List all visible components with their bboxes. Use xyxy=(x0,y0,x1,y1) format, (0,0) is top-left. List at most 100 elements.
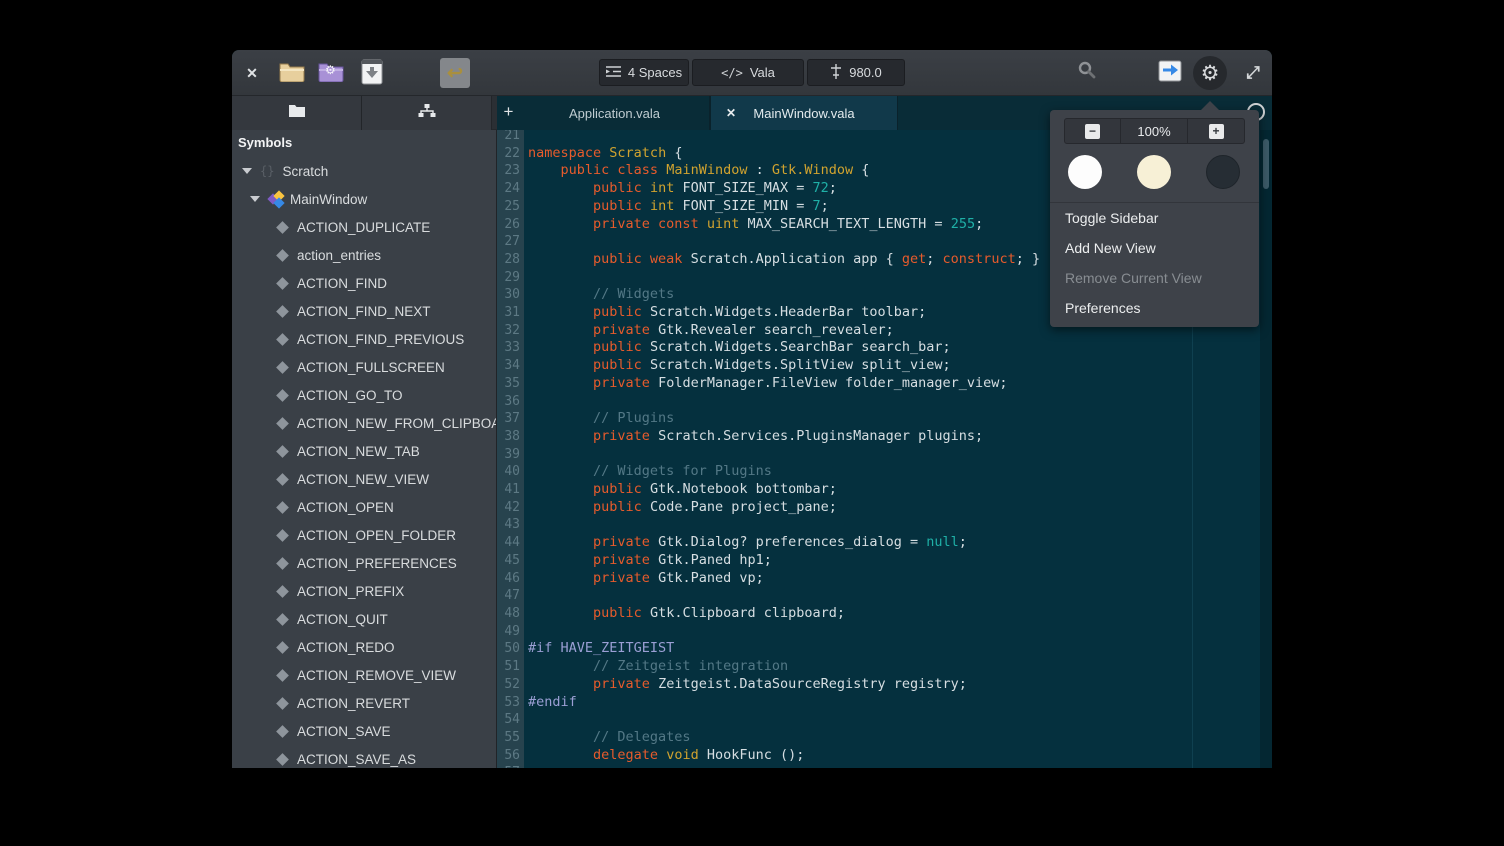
symbol-label: ACTION_DUPLICATE xyxy=(297,220,430,235)
symbol-item-action_open_folder[interactable]: ACTION_OPEN_FOLDER xyxy=(232,521,497,549)
symbol-item-action_new_from_clipboard[interactable]: ACTION_NEW_FROM_CLIPBOARD xyxy=(232,409,497,437)
zoom-in-button[interactable]: + xyxy=(1188,119,1244,143)
expander-icon[interactable] xyxy=(242,168,252,174)
symbol-item-action_find_next[interactable]: ACTION_FIND_NEXT xyxy=(232,297,497,325)
sepia-scheme-swatch[interactable] xyxy=(1137,155,1171,189)
symbol-item-action_entries[interactable]: action_entries xyxy=(232,241,497,269)
symbol-label: ACTION_OPEN xyxy=(297,500,394,515)
panel-tab-symbols[interactable] xyxy=(362,96,492,130)
line-number: 40 xyxy=(497,463,520,481)
symbol-label: ACTION_NEW_TAB xyxy=(297,444,420,459)
dark-scheme-swatch[interactable] xyxy=(1206,155,1240,189)
symbol-item-action_go_to[interactable]: ACTION_GO_TO xyxy=(232,381,497,409)
fullscreen-button[interactable]: ⤢ xyxy=(1241,61,1265,85)
symbol-item-action_new_view[interactable]: ACTION_NEW_VIEW xyxy=(232,465,497,493)
search-button[interactable] xyxy=(1075,61,1099,85)
expander-icon[interactable] xyxy=(250,196,260,202)
member-icon xyxy=(276,417,289,430)
goto-line-button[interactable]: 980.0 xyxy=(807,59,905,86)
code-line: namespace Scratch { xyxy=(528,145,1040,163)
symbol-label: ACTION_NEW_FROM_CLIPBOARD xyxy=(297,416,497,431)
member-icon xyxy=(276,725,289,738)
symbol-item-action_save[interactable]: ACTION_SAVE xyxy=(232,717,497,745)
popup-arrow xyxy=(1201,101,1219,110)
symbol-label: ACTION_PREFIX xyxy=(297,584,404,599)
symbol-item-action_prefix[interactable]: ACTION_PREFIX xyxy=(232,577,497,605)
code-line: // Widgets xyxy=(528,286,1040,304)
document-settings-group: 4 Spaces </> Vala 980.0 xyxy=(232,59,1272,86)
member-icon xyxy=(276,389,289,402)
symbol-item-action_new_tab[interactable]: ACTION_NEW_TAB xyxy=(232,437,497,465)
member-icon xyxy=(276,669,289,682)
line-number: 28 xyxy=(497,251,520,269)
line-number: 21 xyxy=(497,130,520,145)
symbol-label: ACTION_QUIT xyxy=(297,612,388,627)
code-line: // Plugins xyxy=(528,410,1040,428)
code-line xyxy=(528,623,1040,641)
settings-menu: Toggle Sidebar Add New View Remove Curre… xyxy=(1050,203,1259,323)
code-line xyxy=(528,711,1040,729)
symbol-item-action_find[interactable]: ACTION_FIND xyxy=(232,269,497,297)
symbol-item-action_fullscreen[interactable]: ACTION_FULLSCREEN xyxy=(232,353,497,381)
member-icon xyxy=(276,221,289,234)
editor-scrollbar[interactable] xyxy=(1260,130,1272,768)
indent-width-button[interactable]: 4 Spaces xyxy=(599,59,689,86)
code-lines: namespace Scratch { public class MainWin… xyxy=(528,130,1040,768)
member-icon xyxy=(276,529,289,542)
tab-close-icon[interactable]: ✕ xyxy=(724,106,738,120)
menu-item-add-new-view[interactable]: Add New View xyxy=(1050,233,1259,263)
code-line: #if HAVE_ZEITGEIST xyxy=(528,640,1040,658)
symbol-label: Scratch xyxy=(282,164,328,179)
indent-width-label: 4 Spaces xyxy=(628,65,682,80)
menu-item-toggle-sidebar[interactable]: Toggle Sidebar xyxy=(1050,203,1259,233)
code-line: // Widgets for Plugins xyxy=(528,463,1040,481)
symbol-item-action_duplicate[interactable]: ACTION_DUPLICATE xyxy=(232,213,497,241)
member-icon xyxy=(276,641,289,654)
class-icon xyxy=(268,191,284,207)
line-number: 25 xyxy=(497,198,520,216)
symbol-item-action_preferences[interactable]: ACTION_PREFERENCES xyxy=(232,549,497,577)
search-icon xyxy=(1077,61,1097,86)
symbol-item-mainwindow[interactable]: MainWindow xyxy=(232,185,497,213)
code-line: public Scratch.Widgets.SplitView split_v… xyxy=(528,357,1040,375)
symbols-tree-icon xyxy=(418,104,436,123)
light-scheme-swatch[interactable] xyxy=(1068,155,1102,189)
tab-application-vala[interactable]: Application.vala xyxy=(520,96,710,130)
tab-mainwindow-vala[interactable]: ✕ MainWindow.vala xyxy=(710,96,898,130)
symbol-item-action_save_as[interactable]: ACTION_SAVE_AS xyxy=(232,745,497,768)
sidebar-panel-switcher xyxy=(232,96,497,130)
scrollbar-thumb[interactable] xyxy=(1263,139,1269,189)
share-button[interactable] xyxy=(1158,61,1182,85)
symbol-item-action_open[interactable]: ACTION_OPEN xyxy=(232,493,497,521)
symbol-item-action_find_previous[interactable]: ACTION_FIND_PREVIOUS xyxy=(232,325,497,353)
line-number: 29 xyxy=(497,269,520,287)
line-number: 36 xyxy=(497,393,520,411)
line-number: 31 xyxy=(497,304,520,322)
panel-tab-files[interactable] xyxy=(232,96,362,130)
line-number: 30 xyxy=(497,286,520,304)
symbol-label: ACTION_NEW_VIEW xyxy=(297,472,429,487)
symbol-item-action_revert[interactable]: ACTION_REVERT xyxy=(232,689,497,717)
code-line xyxy=(528,233,1040,251)
settings-button[interactable]: ⚙ xyxy=(1193,56,1227,90)
code-line xyxy=(528,393,1040,411)
line-number: 50 xyxy=(497,640,520,658)
symbol-item-action_quit[interactable]: ACTION_QUIT xyxy=(232,605,497,633)
new-tab-button[interactable]: + xyxy=(497,96,520,130)
zoom-out-button[interactable]: − xyxy=(1065,119,1121,143)
symbol-item-scratch[interactable]: {}Scratch xyxy=(232,157,497,185)
language-button[interactable]: </> Vala xyxy=(692,59,804,86)
code-line: delegate void HookFunc (); xyxy=(528,747,1040,765)
symbol-label: ACTION_FIND_NEXT xyxy=(297,304,431,319)
member-icon xyxy=(276,557,289,570)
menu-item-preferences[interactable]: Preferences xyxy=(1050,293,1259,323)
symbol-item-action_remove_view[interactable]: ACTION_REMOVE_VIEW xyxy=(232,661,497,689)
line-number: 57 xyxy=(497,764,520,768)
line-number: 23 xyxy=(497,162,520,180)
code-line: #endif xyxy=(528,694,1040,712)
minus-icon: − xyxy=(1085,124,1100,139)
code-line: private Gtk.Dialog? preferences_dialog =… xyxy=(528,534,1040,552)
symbol-label: action_entries xyxy=(297,248,381,263)
plus-icon: + xyxy=(1209,124,1224,139)
symbol-item-action_redo[interactable]: ACTION_REDO xyxy=(232,633,497,661)
